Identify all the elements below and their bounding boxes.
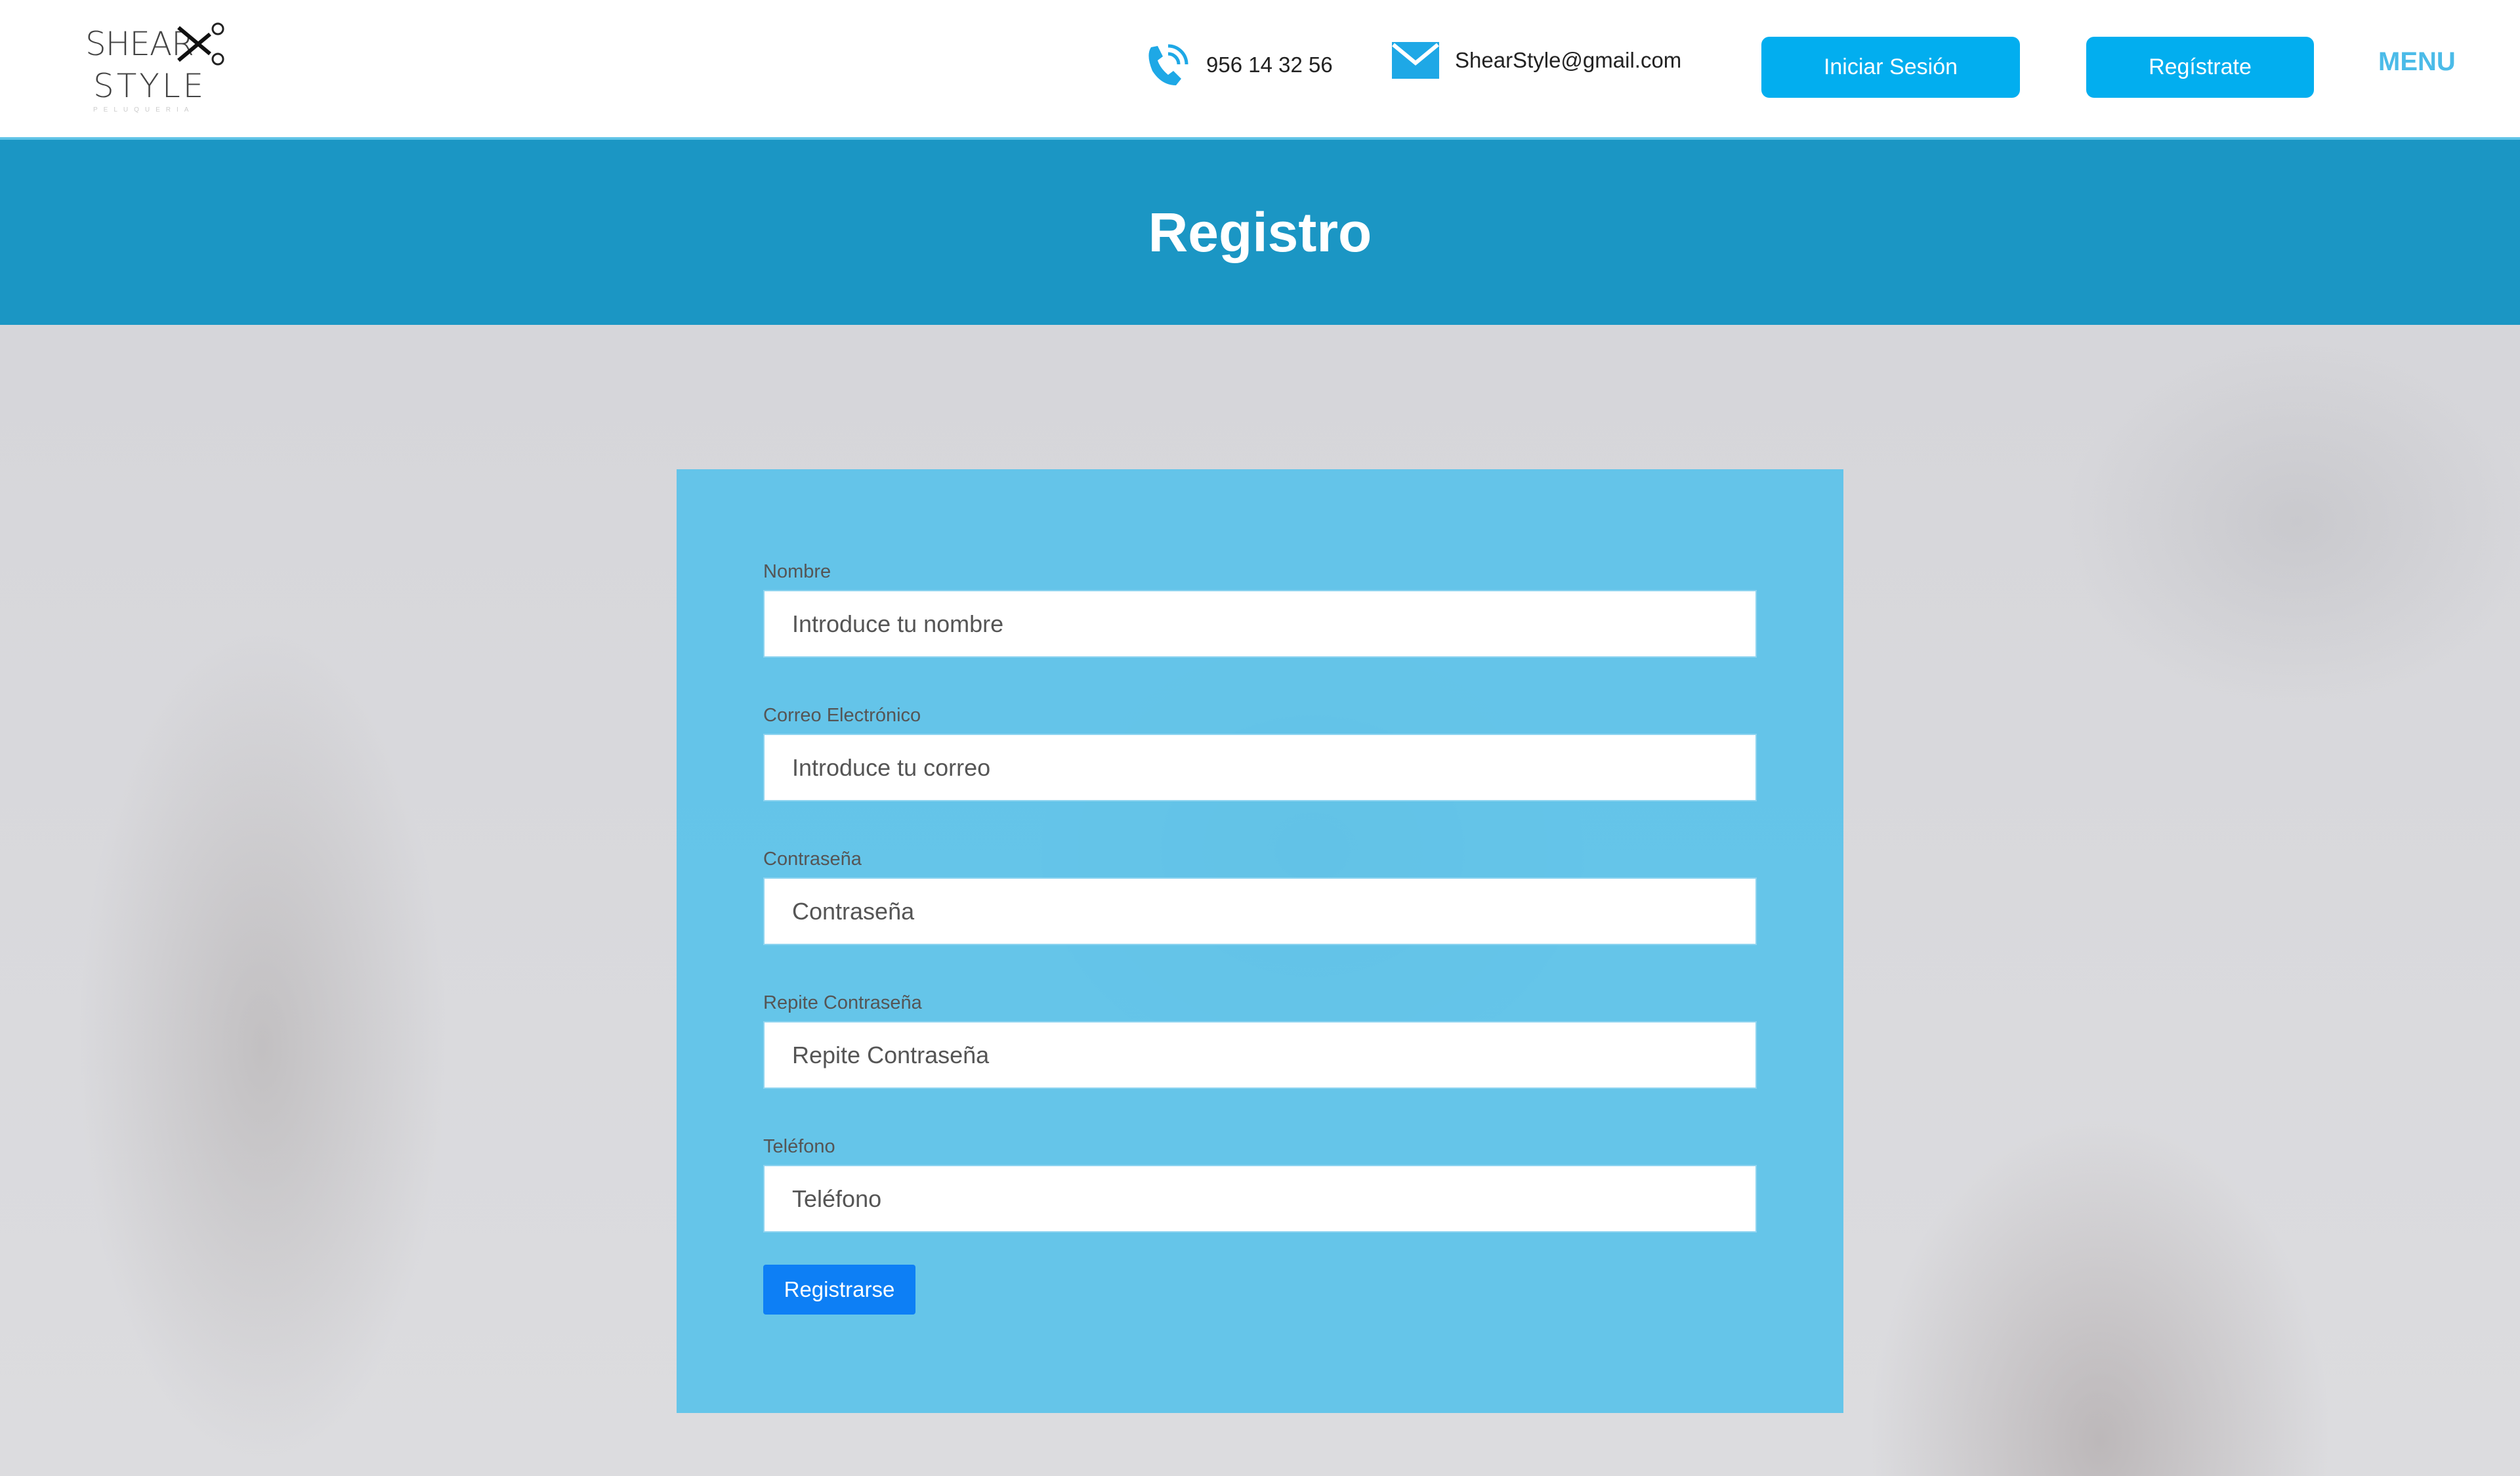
logo[interactable]: SHEAR STYLE PELUQUERIA bbox=[79, 18, 262, 117]
page-title: Registro bbox=[1148, 201, 1372, 263]
phone-label: Teléfono bbox=[763, 1136, 835, 1157]
repeat-password-label: Repite Contraseña bbox=[763, 992, 922, 1013]
name-input[interactable]: Introduce tu nombre bbox=[763, 590, 1757, 658]
scissors-icon bbox=[177, 22, 224, 66]
mail-icon bbox=[1392, 42, 1439, 79]
repeat-password-input[interactable]: Repite Contraseña bbox=[763, 1021, 1757, 1089]
page-banner: Registro bbox=[0, 140, 2520, 325]
phone-icon bbox=[1148, 44, 1188, 85]
email-contact[interactable]: ShearStyle@gmail.com bbox=[1392, 42, 1681, 79]
submit-button[interactable]: Registrarse bbox=[763, 1265, 915, 1315]
email-label: Correo Electrónico bbox=[763, 705, 921, 726]
menu-button[interactable]: MENU bbox=[2378, 47, 2456, 77]
password-input[interactable]: Contraseña bbox=[763, 877, 1757, 945]
name-label: Nombre bbox=[763, 561, 831, 582]
login-button[interactable]: Iniciar Sesión bbox=[1761, 37, 2020, 98]
email-input[interactable]: Introduce tu correo bbox=[763, 734, 1757, 801]
site-header: SHEAR STYLE PELUQUERIA 956 14 32 56 Shea… bbox=[0, 0, 2520, 140]
logo-tagline: PELUQUERIA bbox=[93, 106, 195, 114]
phone-contact[interactable]: 956 14 32 56 bbox=[1144, 42, 1333, 88]
phone-input[interactable]: Teléfono bbox=[763, 1165, 1757, 1233]
register-button[interactable]: Regístrate bbox=[2086, 37, 2314, 98]
password-label: Contraseña bbox=[763, 849, 862, 870]
email-address: ShearStyle@gmail.com bbox=[1455, 48, 1682, 72]
logo-text-style: STYLE bbox=[93, 67, 207, 105]
registration-form: Nombre Introduce tu nombre Correo Electr… bbox=[677, 469, 1843, 1413]
phone-number: 956 14 32 56 bbox=[1206, 53, 1333, 77]
